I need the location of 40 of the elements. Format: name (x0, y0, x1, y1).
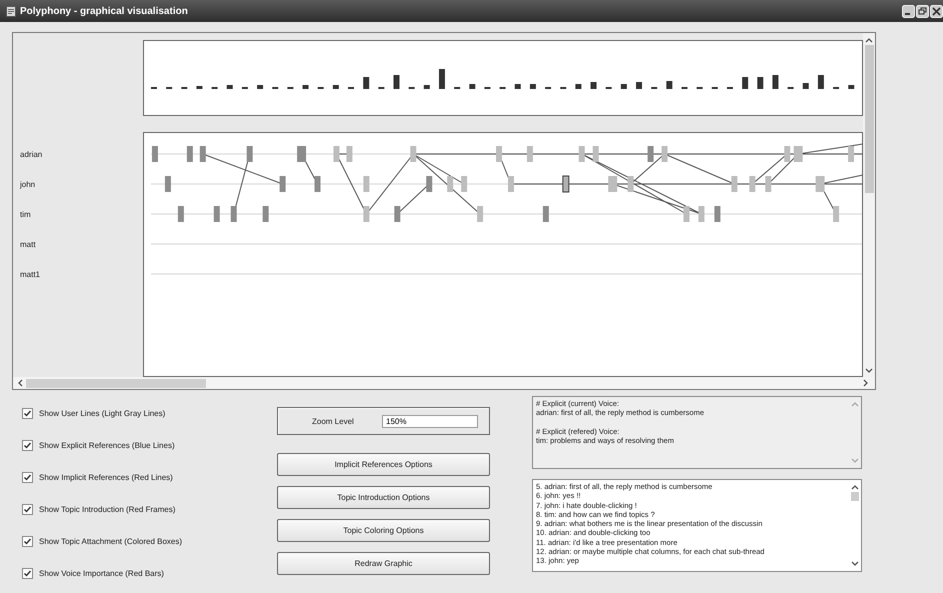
checkbox-label[interactable]: Show Explicit References (Blue Lines) (39, 441, 175, 450)
user-label: john (18, 179, 36, 191)
options-button[interactable]: Redraw Graphic (277, 552, 490, 575)
options-button[interactable]: Topic Coloring Options (277, 519, 490, 542)
scroll-right-icon[interactable] (863, 379, 869, 387)
user-label: tim (19, 209, 32, 221)
checkbox-label[interactable]: Show Topic Introduction (Red Frames) (39, 505, 176, 514)
checkbox-label[interactable]: Show User Lines (Light Gray Lines) (39, 409, 166, 418)
window-title: Polyphony - graphical visualisation (20, 6, 188, 16)
checkbox-label[interactable]: Show Topic Attachment (Colored Boxes) (39, 537, 182, 546)
user-label: matt1 (19, 269, 42, 281)
close-icon[interactable] (930, 4, 943, 18)
scroll-up-icon[interactable] (851, 484, 859, 490)
scroll-thumb[interactable] (851, 492, 859, 501)
checkbox[interactable] (22, 568, 33, 579)
checkbox[interactable] (22, 472, 33, 483)
user-label: adrian (19, 149, 44, 161)
scroll-down-icon[interactable] (851, 561, 859, 567)
window-icon (6, 6, 16, 16)
options-button[interactable]: Topic Introduction Options (277, 486, 490, 509)
scroll-thumb[interactable] (26, 378, 206, 388)
zoom-label: Zoom Level (312, 416, 355, 426)
vertical-scrollbar[interactable] (863, 33, 875, 377)
checkbox[interactable] (22, 408, 33, 419)
user-label: matt (19, 239, 37, 251)
horizontal-scrollbar[interactable] (13, 377, 875, 389)
chat-log[interactable] (532, 479, 862, 572)
scroll-thumb[interactable] (864, 45, 874, 193)
checkbox[interactable] (22, 440, 33, 451)
checkbox-label[interactable]: Show Implicit References (Red Lines) (39, 473, 173, 482)
zoom-field[interactable]: 150% (382, 414, 478, 428)
restore-icon[interactable] (916, 4, 929, 18)
checkbox[interactable] (22, 504, 33, 515)
minimize-icon[interactable] (902, 4, 915, 18)
options-button[interactable]: Implicit References Options (277, 453, 490, 476)
scroll-down-icon[interactable] (865, 368, 873, 374)
scroll-left-icon[interactable] (17, 379, 23, 387)
checkbox-label[interactable]: Show Voice Importance (Red Bars) (39, 569, 164, 578)
scroll-up-icon[interactable] (865, 37, 873, 43)
checkbox[interactable] (22, 536, 33, 547)
